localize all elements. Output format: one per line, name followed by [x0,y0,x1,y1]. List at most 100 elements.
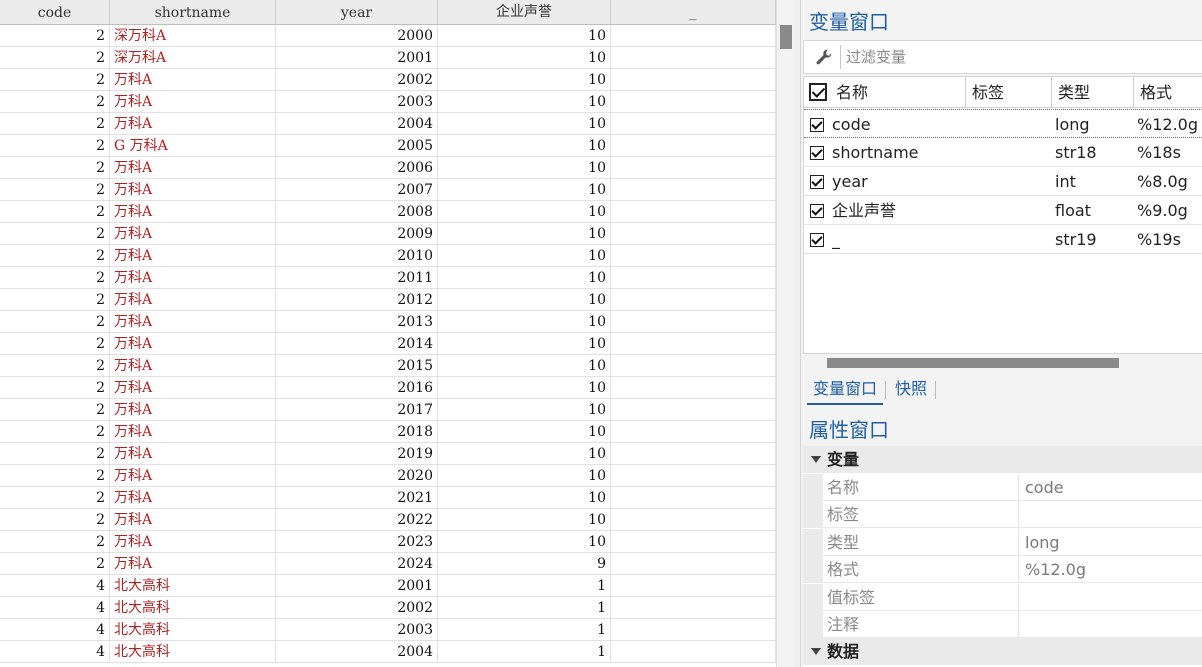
table-cell[interactable]: 2 [0,311,110,333]
table-cell[interactable]: 2024 [276,553,438,575]
grid-scroll-thumb[interactable] [780,25,792,49]
table-row[interactable]: 2 万科A 2015 10 [0,355,776,377]
table-cell[interactable] [611,179,776,201]
table-cell[interactable] [611,553,776,575]
table-cell[interactable] [611,69,776,91]
property-row[interactable]: 标签 [803,501,1202,529]
table-cell[interactable]: 深万科A [110,47,276,69]
table-cell[interactable]: 2 [0,399,110,421]
table-cell[interactable]: 2018 [276,421,438,443]
table-cell[interactable]: 2008 [276,201,438,223]
table-cell[interactable] [611,135,776,157]
table-cell[interactable]: 1 [438,575,611,597]
table-cell[interactable]: 万科A [110,267,276,289]
table-cell[interactable]: 10 [438,531,611,553]
table-cell[interactable]: 2 [0,25,110,47]
table-cell[interactable]: 万科A [110,531,276,553]
table-cell[interactable]: 2004 [276,113,438,135]
table-cell[interactable]: 2 [0,201,110,223]
table-cell[interactable]: 10 [438,487,611,509]
table-row[interactable]: 2 万科A 2024 9 [0,553,776,575]
table-cell[interactable]: 2001 [276,575,438,597]
table-cell[interactable]: 9 [438,553,611,575]
table-cell[interactable]: 2 [0,421,110,443]
grid-vertical-scrollbar[interactable] [776,0,794,667]
table-cell[interactable]: 10 [438,267,611,289]
variable-checkbox[interactable] [810,204,824,218]
table-cell[interactable] [611,47,776,69]
table-cell[interactable]: 10 [438,399,611,421]
table-cell[interactable]: 10 [438,179,611,201]
table-cell[interactable]: 10 [438,47,611,69]
table-row[interactable]: 2 万科A 2010 10 [0,245,776,267]
table-cell[interactable]: 2006 [276,157,438,179]
table-cell[interactable]: 万科A [110,399,276,421]
table-row[interactable]: 2 万科A 2006 10 [0,157,776,179]
property-value[interactable]: %12.0g [1025,556,1086,583]
table-row[interactable]: 2 万科A 2012 10 [0,289,776,311]
table-cell[interactable]: 2 [0,377,110,399]
table-cell[interactable]: 万科A [110,443,276,465]
table-cell[interactable] [611,25,776,47]
table-cell[interactable]: 2000 [276,25,438,47]
table-row[interactable]: 2 万科A 2009 10 [0,223,776,245]
variable-row[interactable]: 企业声誉 float %9.0g [804,196,1202,225]
table-cell[interactable]: 万科A [110,91,276,113]
table-cell[interactable]: 2003 [276,619,438,641]
table-cell[interactable]: 万科A [110,311,276,333]
table-cell[interactable] [611,575,776,597]
table-cell[interactable]: 10 [438,69,611,91]
table-row[interactable]: 4 北大高科 2002 1 [0,597,776,619]
column-header-underscore[interactable]: _ [611,0,776,25]
table-cell[interactable]: 万科A [110,69,276,91]
table-cell[interactable]: 4 [0,641,110,663]
table-cell[interactable]: 10 [438,509,611,531]
variable-checkbox[interactable] [810,118,824,132]
property-row[interactable]: 注释 [803,611,1202,638]
table-row[interactable]: 2 万科A 2019 10 [0,443,776,465]
table-cell[interactable]: 2003 [276,91,438,113]
tab-variables-window[interactable]: 变量窗口 [807,375,884,405]
table-cell[interactable] [611,443,776,465]
table-cell[interactable]: 万科A [110,157,276,179]
table-cell[interactable] [611,509,776,531]
table-cell[interactable] [611,223,776,245]
table-cell[interactable]: 2 [0,267,110,289]
table-row[interactable]: 2 深万科A 2000 10 [0,25,776,47]
table-cell[interactable] [611,421,776,443]
table-cell[interactable] [611,289,776,311]
property-row[interactable]: 类型 long [803,528,1202,556]
table-cell[interactable]: 10 [438,289,611,311]
table-row[interactable]: 2 万科A 2018 10 [0,421,776,443]
table-cell[interactable]: 10 [438,223,611,245]
table-cell[interactable]: 2 [0,135,110,157]
variable-checkbox[interactable] [810,233,824,247]
table-cell[interactable]: 10 [438,157,611,179]
table-cell[interactable] [611,267,776,289]
table-row[interactable]: 2 万科A 2011 10 [0,267,776,289]
table-cell[interactable] [611,377,776,399]
property-value[interactable]: code [1025,474,1064,501]
table-cell[interactable] [611,157,776,179]
table-cell[interactable]: 2 [0,245,110,267]
property-section[interactable]: 变量 [803,446,1202,473]
table-cell[interactable]: 2020 [276,465,438,487]
table-cell[interactable]: 2 [0,69,110,91]
table-cell[interactable]: 万科A [110,553,276,575]
table-cell[interactable] [611,597,776,619]
column-header-reputation[interactable]: 企业声誉 [438,0,611,25]
table-cell[interactable]: 北大高科 [110,597,276,619]
table-cell[interactable]: G 万科A [110,135,276,157]
table-cell[interactable]: 10 [438,135,611,157]
table-cell[interactable]: 2 [0,289,110,311]
variable-checkbox[interactable] [810,175,824,189]
collapse-triangle-icon[interactable] [811,648,821,656]
table-row[interactable]: 2 万科A 2007 10 [0,179,776,201]
filter-variables-input[interactable] [846,45,1196,69]
table-cell[interactable]: 2 [0,113,110,135]
table-cell[interactable] [611,113,776,135]
table-cell[interactable]: 2001 [276,47,438,69]
table-cell[interactable]: 2007 [276,179,438,201]
table-cell[interactable]: 2017 [276,399,438,421]
table-cell[interactable]: 2002 [276,597,438,619]
